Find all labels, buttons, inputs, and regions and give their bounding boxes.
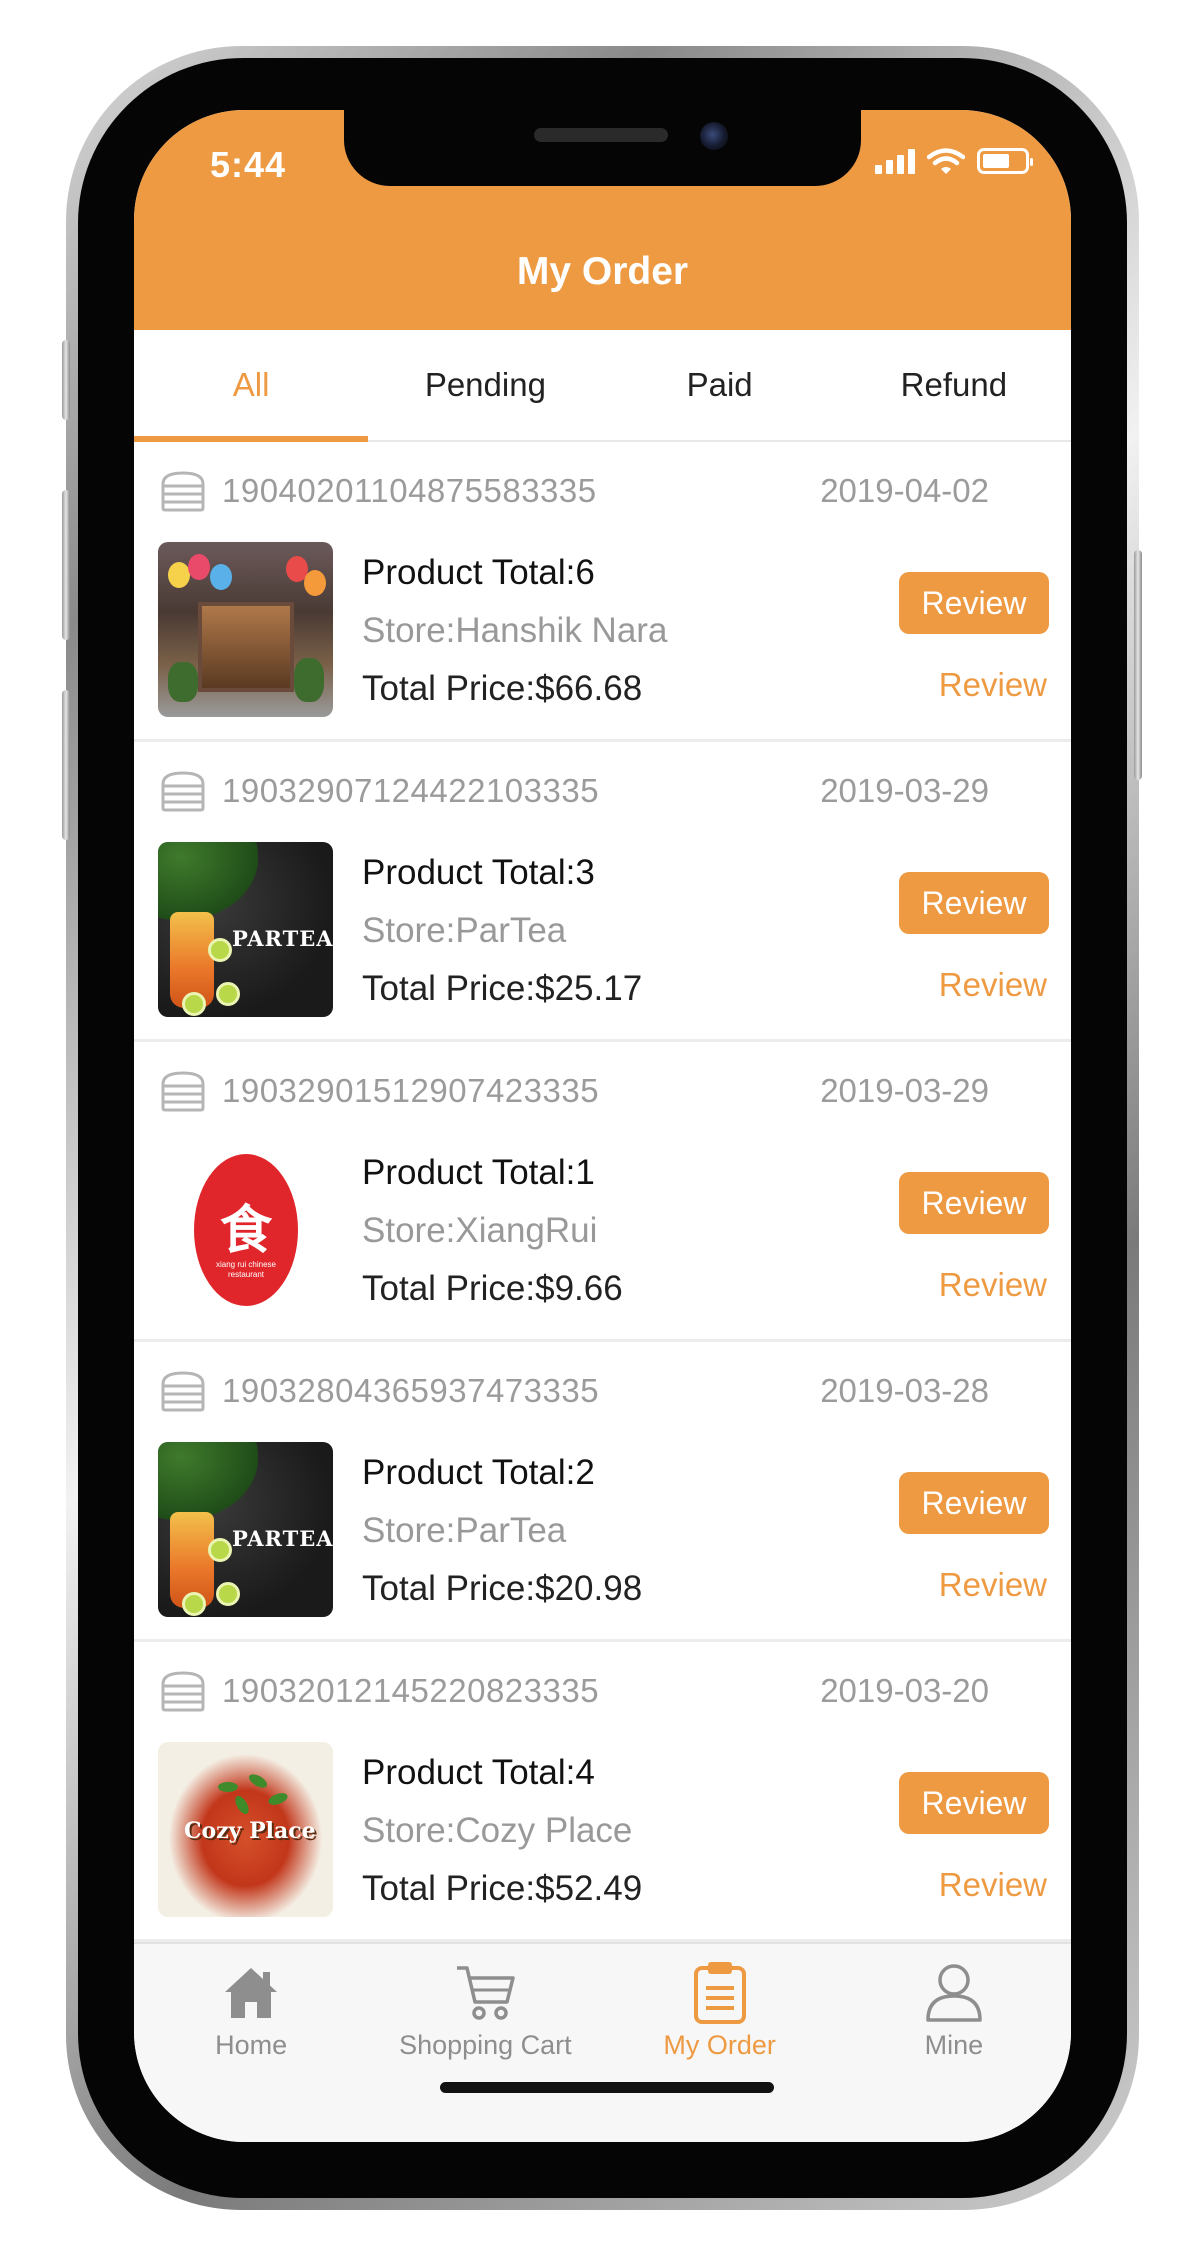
nav-home[interactable]: Home bbox=[134, 1944, 368, 2142]
order-number: 19032012145220823335 bbox=[222, 1672, 600, 1709]
review-button[interactable]: Review bbox=[899, 1772, 1049, 1834]
store-icon bbox=[161, 1371, 205, 1412]
home-indicator[interactable] bbox=[440, 2082, 774, 2093]
logo-text: PARTEA bbox=[232, 926, 333, 951]
page-title: My Order bbox=[516, 250, 689, 293]
review-button[interactable]: Review bbox=[899, 572, 1049, 634]
total-price: Total Price:$66.68 bbox=[362, 669, 643, 708]
nav-mine[interactable]: Mine bbox=[837, 1944, 1071, 2142]
tab-refund[interactable]: Refund bbox=[837, 330, 1071, 440]
review-button[interactable]: Review bbox=[899, 1472, 1049, 1534]
store-thumbnail[interactable] bbox=[158, 542, 333, 717]
volume-up-button bbox=[62, 490, 70, 640]
order-header: 19032901512907423335 2019-03-29 bbox=[158, 1066, 1071, 1116]
store-icon bbox=[161, 1671, 205, 1712]
store-name: Store:ParTea bbox=[362, 911, 567, 950]
order-card[interactable]: 19032907124422103335 2019-03-29 PARTEA P… bbox=[134, 742, 1071, 1042]
order-info: Product Total:2 Store:ParTea Total Price… bbox=[362, 1444, 642, 1618]
review-link[interactable]: Review bbox=[939, 1266, 1047, 1304]
total-price: Total Price:$9.66 bbox=[362, 1269, 623, 1308]
phone-screen: 5:44 My Order All Pending Paid Refund 19… bbox=[134, 110, 1071, 2142]
order-header: 19032804365937473335 2019-03-28 bbox=[158, 1366, 1071, 1416]
store-icon bbox=[161, 771, 205, 812]
product-total: Product Total:2 bbox=[362, 1453, 595, 1492]
total-price: Total Price:$52.49 bbox=[362, 1869, 643, 1908]
store-name: Store:Cozy Place bbox=[362, 1811, 633, 1850]
user-icon bbox=[926, 1964, 982, 2022]
bottom-nav: Home Shopping Cart My Order Mine bbox=[134, 1942, 1071, 2142]
notch bbox=[344, 110, 861, 186]
mute-switch bbox=[62, 340, 70, 420]
order-number: 19032804365937473335 bbox=[222, 1372, 600, 1409]
order-card[interactable]: 19032804365937473335 2019-03-28 PARTEA P… bbox=[134, 1342, 1071, 1642]
order-header: 19032907124422103335 2019-03-29 bbox=[158, 766, 1071, 816]
wifi-icon bbox=[927, 148, 965, 174]
order-date: 2019-03-20 bbox=[820, 1672, 989, 1709]
logo-subtext: xiang rui chinese restaurant bbox=[215, 1260, 277, 1279]
order-header: 19040201104875583335 2019-04-02 bbox=[158, 466, 1071, 516]
order-number: 19032907124422103335 bbox=[222, 772, 600, 809]
power-button bbox=[1134, 550, 1142, 780]
order-list[interactable]: 19040201104875583335 2019-04-02 Product … bbox=[134, 442, 1071, 1942]
store-name: Store:Hanshik Nara bbox=[362, 611, 668, 650]
status-icons bbox=[875, 148, 1033, 174]
order-date: 2019-04-02 bbox=[820, 472, 989, 509]
review-button[interactable]: Review bbox=[899, 1172, 1049, 1234]
status-time: 5:44 bbox=[210, 144, 287, 185]
total-price: Total Price:$25.17 bbox=[362, 969, 643, 1008]
front-camera bbox=[700, 122, 728, 150]
store-name: Store:XiangRui bbox=[362, 1211, 598, 1250]
home-icon bbox=[225, 1968, 278, 2018]
battery-icon bbox=[977, 148, 1033, 174]
product-total: Product Total:3 bbox=[362, 853, 595, 892]
tab-pending[interactable]: Pending bbox=[368, 330, 602, 440]
tab-all[interactable]: All bbox=[134, 330, 369, 442]
clipboard-icon bbox=[693, 1962, 746, 2024]
review-link[interactable]: Review bbox=[939, 966, 1047, 1004]
product-total: Product Total:6 bbox=[362, 553, 595, 592]
store-name: Store:ParTea bbox=[362, 1511, 567, 1550]
review-button[interactable]: Review bbox=[899, 872, 1049, 934]
nav-shopping-cart[interactable]: Shopping Cart bbox=[368, 1944, 602, 2142]
nav-my-order[interactable]: My Order bbox=[603, 1944, 837, 2142]
order-number: 19032901512907423335 bbox=[222, 1072, 600, 1109]
total-price: Total Price:$20.98 bbox=[362, 1569, 643, 1608]
order-info: Product Total:3 Store:ParTea Total Price… bbox=[362, 844, 642, 1018]
store-thumbnail[interactable]: PARTEA bbox=[158, 842, 333, 1017]
tab-paid[interactable]: Paid bbox=[603, 330, 837, 440]
nav-label: Mine bbox=[924, 2030, 984, 2060]
nav-label: Home bbox=[215, 2030, 288, 2060]
speaker bbox=[534, 128, 668, 142]
order-header: 19032012145220823335 2019-03-20 bbox=[158, 1666, 1071, 1716]
store-icon bbox=[161, 1071, 205, 1112]
order-card[interactable]: 19032901512907423335 2019-03-29 食 xiang … bbox=[134, 1042, 1071, 1342]
order-info: Product Total:6 Store:Hanshik Nara Total… bbox=[362, 544, 667, 718]
logo-text: PARTEA bbox=[232, 1526, 333, 1551]
cart-icon bbox=[457, 1966, 516, 2020]
product-total: Product Total:1 bbox=[362, 1153, 595, 1192]
review-link[interactable]: Review bbox=[939, 666, 1047, 704]
volume-down-button bbox=[62, 690, 70, 840]
product-total: Product Total:4 bbox=[362, 1753, 595, 1792]
review-link[interactable]: Review bbox=[939, 1566, 1047, 1604]
store-thumbnail[interactable]: 食 xiang rui chinese restaurant bbox=[158, 1142, 333, 1317]
order-tabs: All Pending Paid Refund bbox=[134, 330, 1071, 442]
store-icon bbox=[161, 471, 205, 512]
order-card[interactable]: 19040201104875583335 2019-04-02 Product … bbox=[134, 442, 1071, 742]
order-date: 2019-03-29 bbox=[820, 772, 989, 809]
order-date: 2019-03-29 bbox=[820, 1072, 989, 1109]
logo-text: 食 bbox=[219, 1200, 272, 1261]
cellular-signal-icon bbox=[875, 148, 915, 174]
order-info: Product Total:1 Store:XiangRui Total Pri… bbox=[362, 1144, 623, 1318]
order-date: 2019-03-28 bbox=[820, 1372, 989, 1409]
store-thumbnail[interactable]: PARTEA bbox=[158, 1442, 333, 1617]
nav-label: Shopping Cart bbox=[399, 2030, 572, 2060]
order-number: 19040201104875583335 bbox=[222, 472, 597, 509]
order-card[interactable]: 19032012145220823335 2019-03-20 Cozy Pla… bbox=[134, 1642, 1071, 1942]
order-info: Product Total:4 Store:Cozy Place Total P… bbox=[362, 1744, 642, 1918]
logo-text: Cozy Place bbox=[184, 1818, 316, 1844]
review-link[interactable]: Review bbox=[939, 1866, 1047, 1904]
nav-label: My Order bbox=[663, 2030, 776, 2060]
store-thumbnail[interactable]: Cozy Place bbox=[158, 1742, 333, 1917]
